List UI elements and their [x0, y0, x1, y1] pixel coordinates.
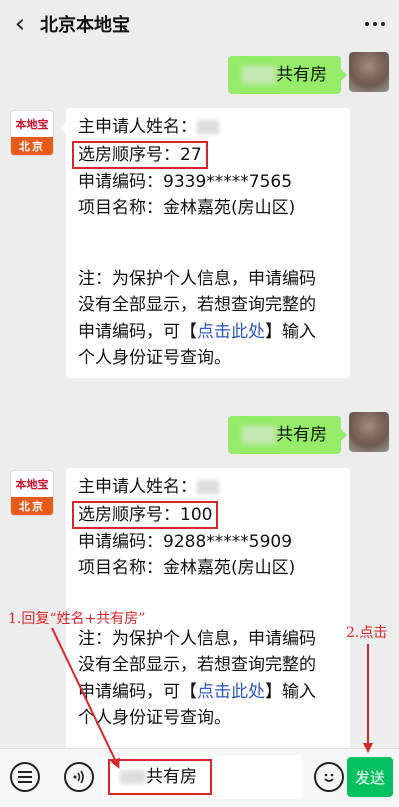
query-link[interactable]: 点击此处: [197, 322, 265, 342]
voice-icon[interactable]: [64, 762, 94, 792]
user-avatar[interactable]: [349, 412, 389, 452]
bot-city: 北京: [11, 137, 53, 155]
emoji-icon[interactable]: [314, 762, 344, 792]
more-icon[interactable]: [361, 10, 389, 38]
project-name: 项目名称：金林嘉苑(房山区): [78, 198, 296, 218]
annotation-step2: 2.点击: [346, 625, 388, 641]
query-link[interactable]: 点击此处: [197, 682, 265, 702]
blurred-name: [242, 66, 276, 84]
bot-avatar[interactable]: 本地宝 北京: [10, 470, 54, 516]
blurred-name: [197, 120, 219, 134]
applicant-name-label: 主申请人姓名：: [78, 117, 197, 137]
bot-avatar[interactable]: 本地宝 北京: [10, 110, 54, 156]
project-name: 项目名称：金林嘉苑(房山区): [78, 558, 296, 578]
blurred-name: [242, 426, 276, 444]
chevron-left-icon[interactable]: ‹: [0, 0, 40, 48]
user-avatar[interactable]: [349, 52, 389, 92]
blurred-name: [120, 770, 146, 784]
bot-city: 北京: [11, 497, 53, 515]
send-button[interactable]: 发送: [347, 757, 393, 797]
sent-message-1: 共有房: [228, 56, 347, 94]
applicant-name-label: 主申请人姓名：: [78, 477, 197, 497]
received-message-1: 主申请人姓名： 选房顺序号：27 申请编码：9339*****7565 项目名称…: [60, 108, 350, 378]
message-input[interactable]: 共有房: [102, 755, 302, 799]
blurred-name: [197, 480, 219, 494]
application-code: 申请编码：9339*****7565: [78, 171, 293, 192]
bot-logo: 本地宝: [15, 118, 49, 131]
input-highlight: 共有房: [108, 759, 212, 795]
top-bar: ‹ 北京本地宝: [0, 0, 399, 48]
chat-title: 北京本地宝: [40, 15, 130, 36]
annotation-step1: 1.回复“姓名+共有房”: [8, 611, 146, 627]
bot-logo: 本地宝: [15, 478, 49, 491]
sent-message-2: 共有房: [228, 416, 347, 454]
menu-icon[interactable]: [10, 762, 40, 792]
queue-number: 选房顺序号：27: [72, 140, 208, 169]
input-bar: 共有房 发送: [0, 748, 399, 807]
application-code: 申请编码：9288*****5909: [78, 531, 293, 552]
queue-number: 选房顺序号：100: [72, 500, 219, 529]
